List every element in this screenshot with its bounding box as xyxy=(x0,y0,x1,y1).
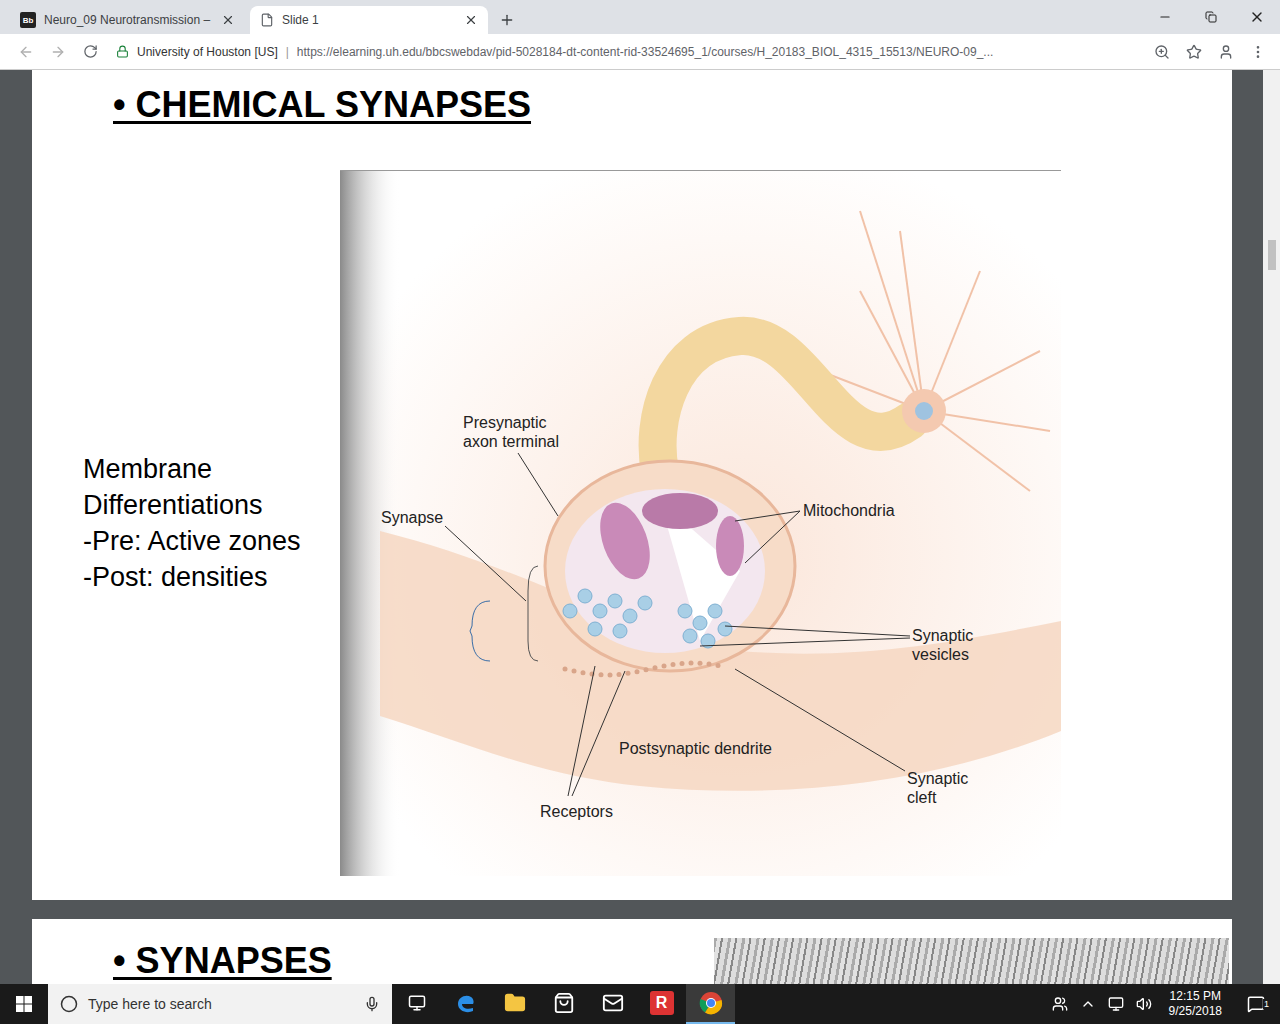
clock[interactable]: 12:15 PM9/25/2018 xyxy=(1161,989,1230,1019)
taskbar-app[interactable] xyxy=(490,984,539,1024)
taskbar-app[interactable] xyxy=(539,984,588,1024)
axon xyxy=(658,336,910,471)
browser-tab[interactable]: Slide 1 xyxy=(250,6,488,34)
people-button[interactable] xyxy=(1049,996,1071,1012)
close-tab-icon[interactable] xyxy=(221,13,235,27)
star-icon xyxy=(1186,44,1202,60)
note-line: Differentiations xyxy=(83,487,340,523)
reload-icon xyxy=(83,44,98,59)
account-button[interactable] xyxy=(1212,38,1240,66)
restore-icon xyxy=(1205,11,1217,23)
edge-icon xyxy=(454,991,478,1015)
mail-icon xyxy=(602,992,624,1014)
micrograph xyxy=(714,938,1229,984)
plus-icon xyxy=(499,12,515,28)
menu-icon xyxy=(1250,44,1266,60)
close-button[interactable] xyxy=(1234,0,1280,34)
slide: • SYNAPSES xyxy=(32,919,1232,984)
date: 9/25/2018 xyxy=(1169,1004,1222,1019)
back-button[interactable] xyxy=(12,38,40,66)
page-scroller[interactable]: • CHEMICAL SYNAPSES MembraneDifferentiati… xyxy=(0,70,1263,984)
diagram-label: Mitochondria xyxy=(803,501,895,520)
tab-bar: Bb Neuro_09 Neurotransmission – Slide 1 xyxy=(0,0,1280,34)
minimize-button[interactable] xyxy=(1142,0,1188,34)
taskview-icon xyxy=(408,994,426,1012)
r-app-icon: R xyxy=(650,991,674,1015)
network-icon xyxy=(1108,996,1124,1012)
scrollbar-thumb[interactable] xyxy=(1268,240,1276,270)
close-tab-icon[interactable] xyxy=(464,13,478,27)
zoom-button[interactable] xyxy=(1148,38,1176,66)
taskbar: Type here to search R 12:15 PM9/25/2018 1 xyxy=(0,984,1280,1024)
taskbar-app[interactable] xyxy=(392,984,441,1024)
system-tray: 12:15 PM9/25/2018 1 xyxy=(1049,984,1280,1024)
reload-button[interactable] xyxy=(76,38,104,66)
chevron-up-icon xyxy=(1080,996,1096,1012)
synapse-diagram: Presynapticaxon terminal Synapse Mitochond… xyxy=(340,170,1061,876)
screen: Bb Neuro_09 Neurotransmission – Slide 1 Uni… xyxy=(0,0,1280,1024)
search-box[interactable]: Type here to search xyxy=(48,984,392,1024)
slide-notes: MembraneDifferentiations-Pre: Active zon… xyxy=(32,451,340,595)
start-button[interactable] xyxy=(0,984,48,1024)
pdf-viewer: • CHEMICAL SYNAPSES MembraneDifferentiati… xyxy=(0,70,1280,984)
note-line: Membrane xyxy=(83,451,340,487)
diagram-label: Postsynaptic dendrite xyxy=(619,739,772,758)
blackboard-favicon-icon: Bb xyxy=(20,12,36,28)
slide: • CHEMICAL SYNAPSES MembraneDifferentiati… xyxy=(32,70,1232,900)
address-row: University of Houston [US] | https://elear… xyxy=(0,34,1280,70)
browser-tab[interactable]: Bb Neuro_09 Neurotransmission – xyxy=(10,6,245,34)
time: 12:15 PM xyxy=(1170,989,1221,1004)
volume-button[interactable] xyxy=(1133,996,1155,1012)
tab-label: Neuro_09 Neurotransmission – xyxy=(44,13,213,27)
forward-button[interactable] xyxy=(44,38,72,66)
url: https://elearning.uh.edu/bbcswebdav/pid-… xyxy=(297,45,993,59)
people-icon xyxy=(1052,996,1068,1012)
lock-icon xyxy=(116,45,129,58)
close-icon xyxy=(1249,9,1265,25)
windows-logo-icon xyxy=(16,996,32,1012)
minimize-icon xyxy=(1158,10,1172,24)
show-hidden-button[interactable] xyxy=(1077,996,1099,1012)
slide-title: • SYNAPSES xyxy=(113,938,332,984)
zoom-icon xyxy=(1154,44,1170,60)
diagram-label: Synapticvesicles xyxy=(912,626,973,664)
diagram-label: Presynapticaxon terminal xyxy=(463,413,559,451)
action-center-button[interactable]: 1 xyxy=(1236,995,1276,1013)
site-identity: University of Houston [US] xyxy=(137,45,278,59)
chrome-icon xyxy=(699,991,723,1015)
search-placeholder: Type here to search xyxy=(88,996,354,1012)
note-line: -Post: densities xyxy=(83,559,340,595)
network-button[interactable] xyxy=(1105,996,1127,1012)
restore-button[interactable] xyxy=(1188,0,1234,34)
omnibox[interactable]: University of Houston [US] | https://elear… xyxy=(108,45,1144,59)
back-icon xyxy=(18,44,34,60)
taskbar-app[interactable] xyxy=(441,984,490,1024)
mic-icon xyxy=(364,996,380,1012)
scrollbar[interactable] xyxy=(1263,70,1280,984)
notification-count: 1 xyxy=(1263,999,1270,1009)
tab-label: Slide 1 xyxy=(282,13,456,27)
slide-title: • CHEMICAL SYNAPSES xyxy=(113,82,1232,128)
account-icon xyxy=(1218,44,1234,60)
diagram-label: Receptors xyxy=(540,802,613,821)
taskbar-app[interactable]: R xyxy=(637,984,686,1024)
cortana-icon xyxy=(60,995,78,1013)
diagram-label: Synapticcleft xyxy=(907,769,968,807)
forward-icon xyxy=(50,44,66,60)
explorer-icon xyxy=(504,992,526,1014)
menu-button[interactable] xyxy=(1244,38,1272,66)
taskbar-app[interactable] xyxy=(686,984,735,1024)
store-icon xyxy=(553,992,575,1014)
diagram-label: Synapse xyxy=(381,508,443,527)
volume-icon xyxy=(1136,996,1152,1012)
new-tab-button[interactable] xyxy=(493,6,521,34)
bookmark-button[interactable] xyxy=(1180,38,1208,66)
note-line: -Pre: Active zones xyxy=(83,523,340,559)
separator: | xyxy=(286,45,289,59)
taskbar-app[interactable] xyxy=(588,984,637,1024)
slide-body: MembraneDifferentiations-Pre: Active zon… xyxy=(32,170,1232,876)
axon-terminal xyxy=(545,461,795,671)
document-icon xyxy=(260,13,274,27)
